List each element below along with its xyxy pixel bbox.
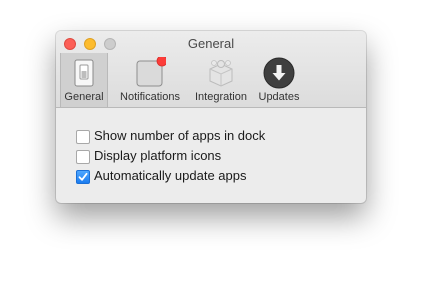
- tab-general[interactable]: General: [60, 53, 108, 107]
- show-app-count-checkbox[interactable]: [76, 130, 90, 144]
- tab-updates-label: Updates: [258, 91, 300, 103]
- checkmark-icon: [78, 172, 88, 181]
- notification-badge-icon: [156, 55, 168, 67]
- general-settings-pane: Show number of apps in dock Display plat…: [56, 108, 366, 203]
- auto-update-label: Automatically update apps: [94, 168, 247, 183]
- tab-integration-label: Integration: [195, 91, 247, 103]
- tab-general-label: General: [64, 91, 104, 103]
- window-title: General: [187, 36, 235, 51]
- puzzle-icon: [205, 57, 237, 89]
- show-app-count-label: Show number of apps in dock: [94, 128, 266, 143]
- preferences-window: General General Notifications Integratio…: [56, 31, 366, 203]
- platform-icons-label: Display platform icons: [94, 148, 222, 163]
- notifications-icon: [134, 55, 168, 89]
- tab-notifications[interactable]: Notifications: [114, 53, 186, 107]
- tab-integration[interactable]: Integration: [190, 53, 252, 107]
- tab-notifications-label: Notifications: [120, 91, 180, 103]
- platform-icons-checkbox[interactable]: [76, 150, 90, 164]
- download-arrow-icon: [263, 57, 295, 89]
- titlebar: General General Notifications Integratio…: [56, 31, 366, 108]
- switch-icon: [68, 57, 100, 89]
- auto-update-checkbox[interactable]: [76, 170, 90, 184]
- tab-updates[interactable]: Updates: [254, 53, 304, 107]
